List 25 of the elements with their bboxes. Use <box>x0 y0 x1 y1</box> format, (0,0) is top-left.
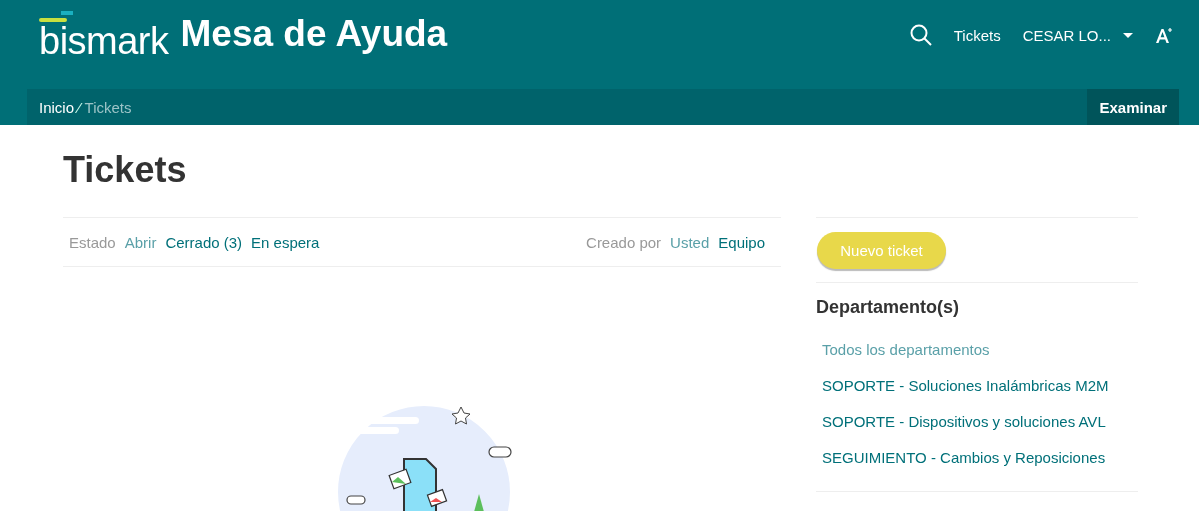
font-size-button[interactable] <box>1155 26 1172 44</box>
user-menu[interactable]: CESAR LO... <box>1022 26 1133 44</box>
search-button[interactable] <box>909 24 932 46</box>
department-link[interactable]: SOPORTE - Soluciones Inalámbricas M2M <box>822 368 1138 404</box>
breadcrumb-link[interactable]: Tickets <box>84 98 132 116</box>
creator-filter-link[interactable]: Usted <box>670 233 710 251</box>
filter-label: Estado <box>69 233 116 251</box>
caret-icon <box>1123 32 1133 38</box>
department-link[interactable]: SEGUIMIENTO - Cambios y Reposiciones <box>822 440 1138 476</box>
department-link[interactable]: SOPORTE - Dispositivos y soluciones AVL <box>822 404 1138 440</box>
status-filter-link[interactable]: Abrir <box>124 233 157 251</box>
department-link[interactable]: Todos los departamentos <box>822 332 1138 368</box>
browse-button[interactable]: Examinar <box>1087 89 1179 125</box>
search-icon <box>909 24 932 46</box>
section-title: Departamento(s) <box>816 297 961 318</box>
filter-label: Creado por <box>586 233 662 251</box>
status-filter-link[interactable]: En espera <box>251 233 320 251</box>
site-title: Mesa de Ayuda <box>180 13 448 55</box>
logo-text: bismark <box>39 25 169 57</box>
font-size-icon <box>1155 26 1172 44</box>
status-filter-link[interactable]: Cerrado (3) <box>165 233 243 251</box>
page-title: Tickets <box>63 149 188 191</box>
breadcrumb-link[interactable]: Inicio <box>39 98 75 116</box>
creator-filter-link[interactable]: Equipo <box>718 233 765 251</box>
nav-link[interactable]: Tickets <box>953 26 1001 44</box>
